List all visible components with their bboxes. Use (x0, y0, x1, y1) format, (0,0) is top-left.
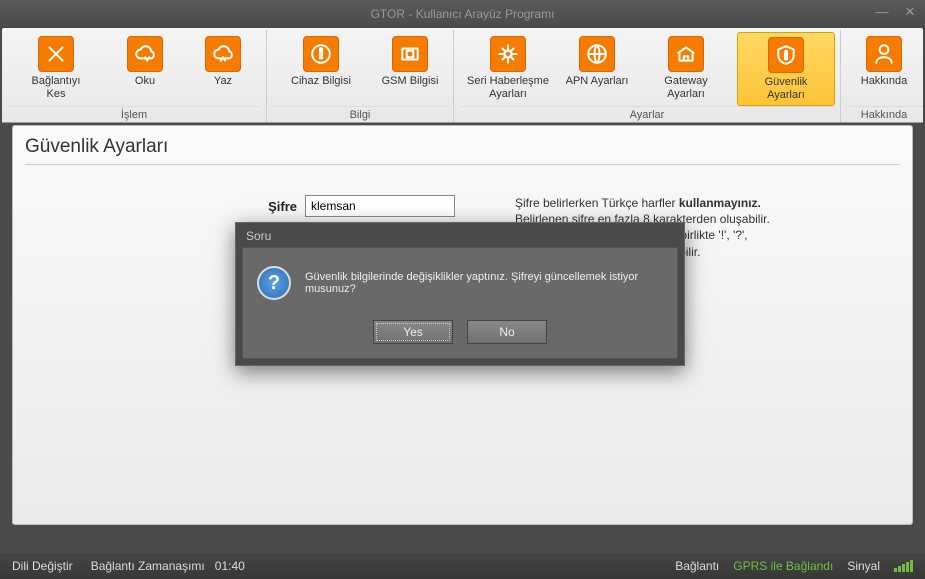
shield-icon (768, 37, 804, 73)
dialog-message: Güvenlik bilgilerinde değişiklikler yapt… (305, 271, 663, 295)
ribbon-group: Hakkında Hakkında (841, 30, 925, 122)
ribbon-group: Seri Haberleşme Ayarları APN Ayarları Ga… (454, 30, 841, 122)
ribbon-item-label: Hakkında (861, 75, 907, 88)
ribbon-item-label: Cihaz Bilgisi (291, 75, 351, 88)
close-icon (38, 36, 74, 72)
ribbon-item-label: GSM Bilgisi (382, 75, 439, 88)
password-row: Şifre (205, 195, 455, 217)
cloud-down-icon (127, 36, 163, 72)
ribbon-write-button[interactable]: Yaz (185, 32, 261, 106)
change-language-link[interactable]: Dili Değiştir (12, 559, 73, 573)
ribbon-read-button[interactable]: Oku (107, 32, 183, 106)
no-button[interactable]: No (467, 320, 547, 344)
connection-label: Bağlantı (675, 559, 719, 573)
signal-icon (894, 560, 913, 572)
ribbon-serial-button[interactable]: Seri Haberleşme Ayarları (459, 32, 557, 106)
ribbon-about-button[interactable]: Hakkında (846, 32, 922, 106)
ribbon-toolbar: Bağlantıyı Kes Oku Yaz İşlem Cihaz Bilgis… (2, 28, 923, 123)
sim-icon (392, 36, 428, 72)
window-title: GTOR - Kullanıcı Arayüz Programı (371, 7, 555, 21)
confirm-dialog: Soru ? Güvenlik bilgilerinde değişiklikl… (235, 222, 685, 366)
ribbon-item-label: APN Ayarları (566, 75, 629, 88)
gateway-icon (668, 36, 704, 72)
yes-button[interactable]: Yes (373, 320, 453, 344)
ribbon-group: Bağlantıyı Kes Oku Yaz İşlem (2, 30, 267, 122)
ribbon-device-info-button[interactable]: Cihaz Bilgisi (272, 32, 370, 106)
minimize-button[interactable]: — (873, 4, 891, 20)
ribbon-disconnect-button[interactable]: Bağlantıyı Kes (7, 32, 105, 106)
info-icon (303, 36, 339, 72)
signal-label: Sinyal (847, 559, 880, 573)
titlebar: GTOR - Kullanıcı Arayüz Programı — ✕ (0, 0, 925, 28)
ribbon-item-label: Yaz (214, 75, 232, 88)
ribbon-item-label: Bağlantıyı Kes (32, 75, 81, 100)
close-window-button[interactable]: ✕ (901, 4, 919, 20)
ribbon-item-label: Seri Haberleşme Ayarları (467, 75, 549, 100)
ribbon-apn-button[interactable]: APN Ayarları (559, 32, 635, 106)
password-label: Şifre (205, 199, 305, 214)
ribbon-gsm-info-button[interactable]: GSM Bilgisi (372, 32, 448, 106)
separator (25, 164, 900, 165)
ribbon-group-label: İşlem (7, 106, 261, 122)
cloud-up-icon (205, 36, 241, 72)
statusbar: Dili Değiştir Bağlantı Zamanaşımı 01:40 … (0, 553, 925, 579)
ribbon-item-label: Oku (135, 75, 155, 88)
globe-icon (579, 36, 615, 72)
about-icon (866, 36, 902, 72)
ribbon-group: Cihaz Bilgisi GSM Bilgisi Bilgi (267, 30, 454, 122)
ribbon-group-label: Bilgi (272, 106, 448, 122)
ribbon-group-label: Ayarlar (459, 106, 835, 122)
connection-status: GPRS ile Bağlandı (733, 559, 833, 573)
ribbon-gateway-button[interactable]: Gateway Ayarları (637, 32, 735, 106)
password-input[interactable] (305, 195, 455, 217)
ribbon-item-label: Gateway Ayarları (664, 75, 707, 100)
ribbon-security-button[interactable]: Güvenlik Ayarları (737, 32, 835, 106)
timeout: Bağlantı Zamanaşımı 01:40 (91, 559, 245, 573)
question-icon: ? (257, 266, 291, 300)
dialog-title: Soru (236, 223, 684, 247)
ribbon-item-label: Güvenlik Ayarları (765, 76, 808, 101)
serial-icon (490, 36, 526, 72)
page-title: Güvenlik Ayarları (25, 136, 900, 158)
ribbon-group-label: Hakkında (846, 106, 922, 122)
